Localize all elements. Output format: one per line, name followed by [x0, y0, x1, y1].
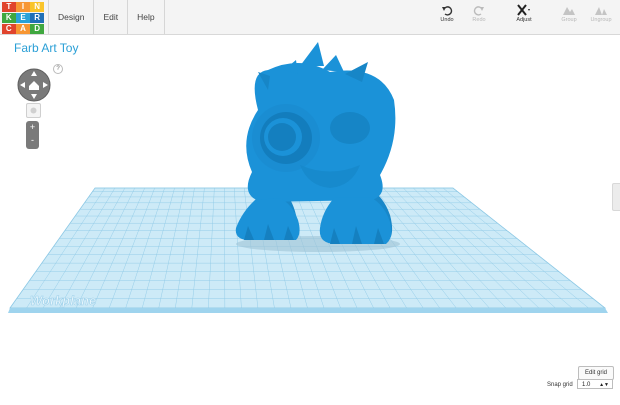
- viewport-scene[interactable]: Workplane: [0, 0, 620, 405]
- redo-label: Redo: [472, 17, 486, 23]
- logo-letter: I: [16, 2, 30, 13]
- main-menu: Design Edit Help: [48, 0, 165, 34]
- adjust-button[interactable]: Adjust: [507, 4, 541, 23]
- logo-letter: C: [2, 23, 16, 34]
- redo-icon: [473, 6, 484, 16]
- logo-letter: K: [2, 12, 16, 23]
- snap-grid-value: 1.0: [582, 382, 591, 388]
- logo-letter: E: [16, 12, 30, 23]
- design-title[interactable]: Farb Art Toy: [14, 41, 78, 55]
- ungroup-label: Ungroup: [590, 17, 612, 23]
- fit-view-button[interactable]: [26, 103, 41, 118]
- zoom-control: + -: [26, 121, 39, 149]
- zoom-in-button[interactable]: +: [26, 121, 39, 134]
- tinkercad-logo[interactable]: TIN KER CAD: [2, 2, 44, 34]
- undo-button[interactable]: Undo: [430, 4, 464, 23]
- zoom-out-button[interactable]: -: [26, 134, 39, 147]
- edit-grid-button[interactable]: Edit grid: [578, 366, 614, 380]
- logo-letter: A: [16, 23, 30, 34]
- redo-button[interactable]: Redo: [462, 4, 496, 23]
- menu-design[interactable]: Design: [48, 0, 95, 34]
- side-panel-handle[interactable]: [612, 183, 620, 211]
- menu-edit[interactable]: Edit: [94, 0, 129, 34]
- adjust-icon: [517, 4, 530, 16]
- group-button[interactable]: Group: [552, 4, 586, 23]
- ungroup-icon: [595, 7, 607, 15]
- help-icon[interactable]: ?: [53, 64, 63, 74]
- snap-grid-label: Snap grid: [547, 382, 573, 388]
- snap-grid-select[interactable]: 1.0 ▲▼: [577, 379, 613, 389]
- group-label: Group: [561, 17, 577, 23]
- orbit-control[interactable]: [17, 68, 51, 102]
- ungroup-button[interactable]: Ungroup: [584, 4, 618, 23]
- workplane-label: Workplane: [30, 293, 96, 308]
- adjust-label: Adjust: [516, 17, 532, 23]
- fit-view-icon: [30, 107, 37, 114]
- menu-help[interactable]: Help: [128, 0, 165, 34]
- logo-letter: N: [30, 2, 44, 13]
- top-toolbar: TIN KER CAD Design Edit Help Undo Redo Adj…: [0, 0, 620, 35]
- logo-letter: T: [2, 2, 16, 13]
- logo-letter: D: [30, 23, 44, 34]
- undo-label: Undo: [440, 17, 454, 23]
- logo-letter: R: [30, 12, 44, 23]
- group-icon: [563, 7, 575, 15]
- undo-icon: [442, 6, 453, 16]
- select-arrows-icon: ▲▼: [599, 382, 609, 388]
